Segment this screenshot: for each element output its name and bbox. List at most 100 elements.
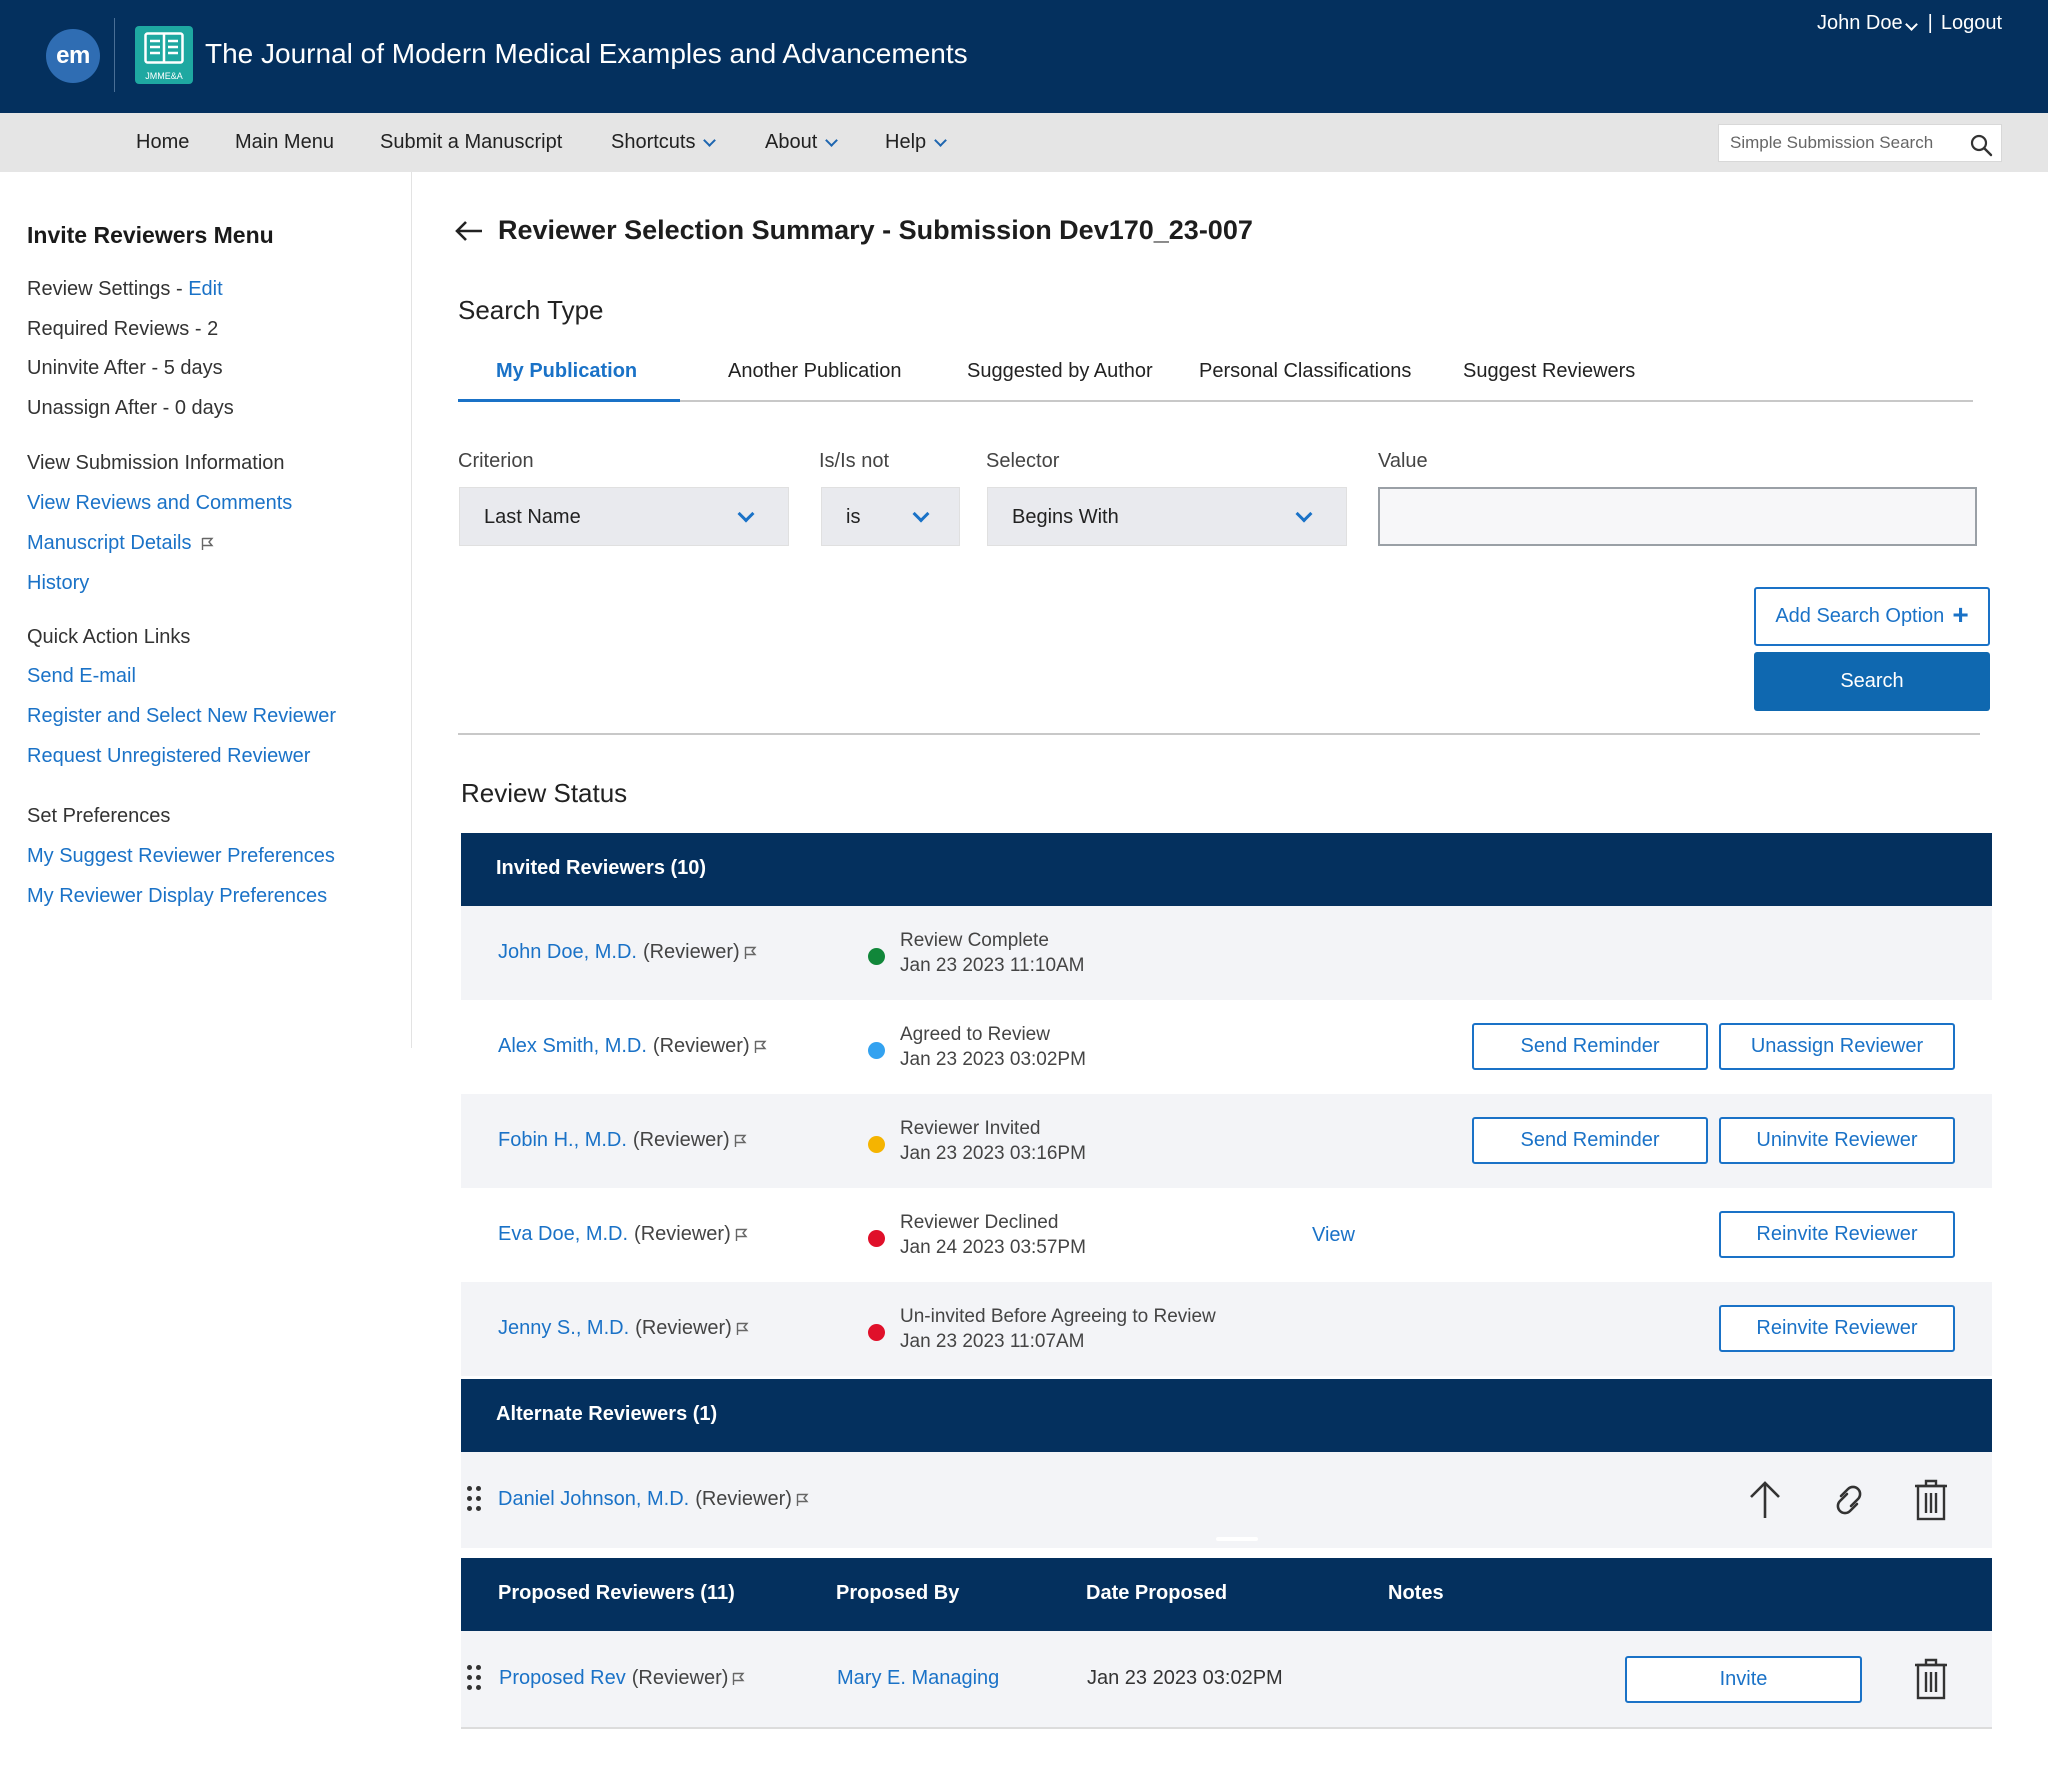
invite-button[interactable]: Invite — [1625, 1656, 1862, 1703]
required-reviews-value: 2 — [207, 318, 219, 340]
flag-icon[interactable] — [754, 1040, 767, 1054]
tab-suggested-by-author[interactable]: Suggested by Author — [967, 360, 1153, 383]
nav-label: Home — [136, 131, 190, 153]
tab-another-publication[interactable]: Another Publication — [728, 360, 901, 383]
register-new-reviewer-link[interactable]: Register and Select New Reviewer — [27, 705, 336, 728]
reviewer-name-cell: Eva Doe, M.D. (Reviewer) — [498, 1223, 748, 1246]
flag-icon[interactable] — [734, 1134, 747, 1148]
alternate-reviewer-row: Daniel Johnson, M.D. (Reviewer) — [461, 1452, 1992, 1548]
reviewer-name-link[interactable]: John Doe, M.D. — [498, 941, 637, 964]
trash-icon[interactable] — [1913, 1478, 1949, 1522]
trash-icon[interactable] — [1913, 1657, 1949, 1701]
add-search-option-label: Add Search Option — [1775, 605, 1945, 627]
reviewer-name-link[interactable]: Eva Doe, M.D. — [498, 1223, 628, 1246]
page-title: Reviewer Selection Summary - Submission … — [454, 215, 1253, 246]
reviewer-name-link[interactable]: Fobin H., M.D. — [498, 1129, 627, 1152]
flag-icon[interactable] — [735, 1228, 748, 1242]
flag-icon — [201, 537, 214, 550]
unassign-after-label: Unassign After - — [27, 397, 170, 419]
flag-icon[interactable] — [736, 1322, 749, 1336]
send-reminder-button[interactable]: Send Reminder — [1472, 1117, 1708, 1164]
unassign-after-item: Unassign After - 0 days — [27, 397, 234, 420]
review-status-heading: Review Status — [461, 778, 628, 808]
review-status-text: Reviewer Declined Jan 24 2023 03:57PM — [900, 1210, 1086, 1260]
unassign-reviewer-button[interactable]: Unassign Reviewer — [1719, 1023, 1955, 1070]
reinvite-reviewer-button[interactable]: Reinvite Reviewer — [1719, 1211, 1955, 1258]
manuscript-details-item[interactable]: Manuscript Details — [27, 532, 214, 555]
reviewer-name-link[interactable]: Daniel Johnson, M.D. — [498, 1488, 689, 1511]
reviewer-name-link[interactable]: Jenny S., M.D. — [498, 1317, 629, 1340]
alternate-reviewers-header: Alternate Reviewers (1) — [461, 1379, 1992, 1452]
link-icon[interactable] — [1825, 1480, 1873, 1520]
header-divider — [114, 18, 115, 92]
view-reviews-link[interactable]: View Reviews and Comments — [27, 492, 292, 515]
required-reviews-item: Required Reviews - 2 — [27, 318, 218, 341]
journal-logo[interactable]: JMME&A — [135, 26, 193, 84]
chevron-down-icon — [912, 505, 930, 523]
flag-icon[interactable] — [732, 1672, 745, 1686]
resize-handle[interactable] — [1216, 1537, 1258, 1541]
flag-icon[interactable] — [796, 1493, 809, 1507]
edit-review-settings-link[interactable]: Edit — [188, 278, 222, 300]
value-label: Value — [1378, 450, 1428, 472]
tab-personal-classifications[interactable]: Personal Classifications — [1199, 360, 1411, 383]
journal-title[interactable]: The Journal of Modern Medical Examples a… — [205, 38, 968, 70]
send-reminder-button[interactable]: Send Reminder — [1472, 1023, 1708, 1070]
flag-icon[interactable] — [744, 946, 757, 960]
logout-link[interactable]: Logout — [1941, 12, 2002, 35]
reviewer-display-preferences-link[interactable]: My Reviewer Display Preferences — [27, 885, 327, 908]
search-icon[interactable] — [1969, 133, 1993, 157]
uninvite-after-item: Uninvite After - 5 days — [27, 357, 223, 380]
nav-main-menu[interactable]: Main Menu — [235, 131, 334, 154]
uninvite-reviewer-button[interactable]: Uninvite Reviewer — [1719, 1117, 1955, 1164]
unassign-after-value: 0 days — [174, 397, 234, 419]
status-label: Un-invited Before Agreeing to Review — [900, 1306, 1216, 1327]
review-status-text: Un-invited Before Agreeing to Review Jan… — [900, 1304, 1216, 1354]
user-name-dropdown[interactable]: John Doe — [1817, 12, 1920, 35]
search-button[interactable]: Search — [1754, 652, 1990, 711]
column-proposed-by: Proposed By — [836, 1582, 960, 1604]
request-unregistered-reviewer-link[interactable]: Request Unregistered Reviewer — [27, 745, 310, 768]
value-input[interactable] — [1378, 487, 1977, 546]
nav-shortcuts[interactable]: Shortcuts — [611, 131, 717, 154]
header-separator: | — [1927, 12, 1933, 34]
search-input[interactable] — [1730, 125, 1960, 161]
reviewer-row: Jenny S., M.D. (Reviewer) Un-invited Bef… — [461, 1282, 1992, 1376]
plus-icon: + — [1952, 599, 1969, 630]
reviewer-role: (Reviewer) — [642, 941, 740, 963]
nav-help[interactable]: Help — [885, 131, 948, 154]
proposed-reviewers-heading: Proposed Reviewers (11) — [498, 1582, 735, 1604]
tab-my-publication[interactable]: My Publication — [496, 360, 637, 383]
reviewer-role: (Reviewer) — [631, 1667, 729, 1689]
selector-select[interactable]: Begins With — [987, 487, 1347, 546]
send-email-link[interactable]: Send E-mail — [27, 665, 136, 688]
tab-suggest-reviewers[interactable]: Suggest Reviewers — [1463, 360, 1635, 383]
nav-submit-manuscript[interactable]: Submit a Manuscript — [380, 131, 562, 154]
manuscript-details-link[interactable]: Manuscript Details — [27, 532, 192, 554]
suggest-reviewer-preferences-link[interactable]: My Suggest Reviewer Preferences — [27, 845, 335, 868]
alternate-reviewers-heading: Alternate Reviewers (1) — [496, 1403, 718, 1425]
back-arrow-icon[interactable] — [454, 220, 484, 242]
add-search-option-button[interactable]: Add Search Option + — [1754, 587, 1990, 646]
isnot-select[interactable]: is — [821, 487, 960, 546]
search-type-heading: Search Type — [458, 295, 604, 325]
reviewer-role: (Reviewer) — [632, 1129, 730, 1151]
uninvite-after-value: 5 days — [163, 357, 223, 379]
nav-label: About — [765, 131, 818, 153]
history-link[interactable]: History — [27, 572, 89, 595]
reviewer-name-link[interactable]: Proposed Rev — [499, 1667, 626, 1690]
nav-label: Main Menu — [235, 131, 334, 153]
nav-home[interactable]: Home — [136, 131, 189, 154]
status-dot — [868, 1042, 885, 1059]
view-decline-link[interactable]: View — [1312, 1224, 1355, 1247]
sidebar-title: Invite Reviewers Menu — [27, 222, 274, 248]
nav-about[interactable]: About — [765, 131, 839, 154]
reinvite-reviewer-button[interactable]: Reinvite Reviewer — [1719, 1305, 1955, 1352]
em-logo[interactable]: em — [46, 29, 100, 83]
criterion-select[interactable]: Last Name — [459, 487, 789, 546]
proposed-by-link[interactable]: Mary E. Managing — [837, 1667, 999, 1690]
nav-label: Shortcuts — [611, 131, 696, 153]
reviewer-name-link[interactable]: Alex Smith, M.D. — [498, 1035, 647, 1058]
review-status-text: Agreed to Review Jan 23 2023 03:02PM — [900, 1022, 1086, 1072]
move-up-arrow-icon[interactable] — [1748, 1480, 1782, 1520]
